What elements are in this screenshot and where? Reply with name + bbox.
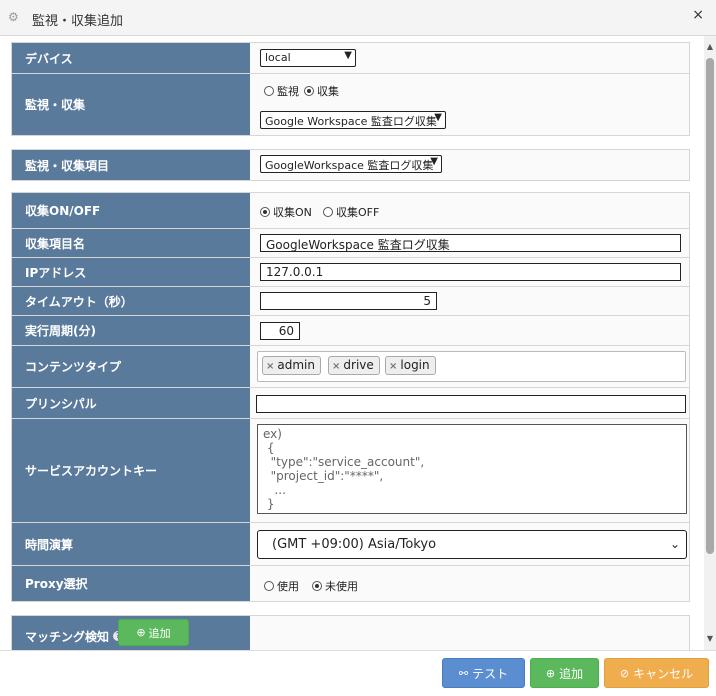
type-row: 監視・収集 監視 収集 Google Workspace 監査ログ収集 ▼	[12, 73, 689, 135]
service-key-textarea[interactable]: ex) { "type":"service_account", "project…	[257, 424, 687, 514]
cancel-circle-icon: ⊘	[619, 666, 630, 680]
name-row: 収集項目名 GoogleWorkspace 監査ログ収集	[12, 228, 689, 257]
chevron-down-icon: ▼	[430, 156, 438, 167]
timeout-input[interactable]: 5	[260, 292, 437, 310]
content-type-tags[interactable]: × admin × drive × login	[257, 351, 686, 382]
device-select[interactable]: local ▼	[260, 49, 356, 67]
onoff-label: 収集ON/OFF	[12, 193, 250, 228]
content-type-tag[interactable]: × drive	[328, 356, 380, 375]
interval-label: 実行周期(分)	[12, 316, 250, 345]
radio-proxy-use[interactable]: 使用	[264, 578, 299, 594]
timeout-label: タイムアウト（秒）	[12, 287, 250, 315]
add-button[interactable]: ⊕ 追加	[530, 658, 599, 688]
radio-collect-off[interactable]: 収集OFF	[323, 204, 379, 220]
scroll-down-icon[interactable]: ▼	[706, 634, 714, 644]
matching-label-cell: マッチング検知 ? ⊕ 追加	[12, 616, 250, 650]
matching-label: マッチング検知	[25, 629, 110, 644]
dialog-footer: ⚯ テスト ⊕ 追加 ⊘ キャンセル	[0, 650, 716, 696]
ip-label: IPアドレス	[12, 258, 250, 286]
item-row: 監視・収集項目 GoogleWorkspace 監査ログ収集 ▼	[12, 150, 689, 180]
item-section: 監視・収集項目 GoogleWorkspace 監査ログ収集 ▼	[11, 149, 690, 181]
scroll-thumb[interactable]	[706, 58, 714, 554]
timezone-row: 時間演算 (GMT +09:00) Asia/Tokyo ⌄	[12, 522, 689, 565]
dialog-titlebar: ⚙ 監視・収集追加 ×	[0, 0, 716, 36]
matching-section: マッチング検知 ? ⊕ 追加	[11, 615, 690, 650]
chevron-down-icon: ▼	[434, 112, 442, 123]
radio-circle-icon	[264, 581, 274, 591]
service-key-row: サービスアカウントキー ex) { "type":"service_accoun…	[12, 418, 689, 522]
radio-checked-icon	[304, 86, 314, 96]
ip-input[interactable]: 127.0.0.1	[260, 263, 681, 281]
device-section: デバイス local ▼ 監視・収集 監視 収集 Google Workspac…	[11, 42, 690, 136]
principal-input[interactable]	[256, 395, 686, 413]
content-type-row: コンテンツタイプ × admin × drive × login	[12, 345, 689, 387]
radio-checked-icon	[260, 207, 270, 217]
plus-circle-icon: ⊕	[136, 626, 146, 639]
remove-tag-icon[interactable]: ×	[389, 361, 397, 372]
test-button[interactable]: ⚯ テスト	[442, 658, 525, 688]
timezone-select[interactable]: (GMT +09:00) Asia/Tokyo ⌄	[257, 530, 687, 559]
radio-collect-on[interactable]: 収集ON	[260, 204, 312, 220]
onoff-row: 収集ON/OFF 収集ON 収集OFF	[12, 193, 689, 228]
device-row: デバイス local ▼	[12, 43, 689, 73]
remove-tag-icon[interactable]: ×	[332, 361, 340, 372]
proxy-row: Proxy選択 使用 未使用	[12, 565, 689, 601]
service-key-label: サービスアカウントキー	[12, 419, 250, 522]
link-icon: ⚯	[458, 666, 469, 680]
name-label: 収集項目名	[12, 229, 250, 257]
interval-input[interactable]: 60	[260, 322, 300, 340]
gear-icon: ⚙	[8, 10, 19, 24]
matching-row: マッチング検知 ? ⊕ 追加	[12, 616, 689, 650]
settings-section: 収集ON/OFF 収集ON 収集OFF 収集項目名 GoogleWorkspac…	[11, 192, 690, 602]
remove-tag-icon[interactable]: ×	[266, 361, 274, 372]
chevron-down-icon: ▼	[344, 50, 352, 61]
radio-circle-icon	[323, 207, 333, 217]
radio-checked-icon	[312, 581, 322, 591]
type-label: 監視・収集	[12, 74, 250, 135]
timeout-row: タイムアウト（秒） 5	[12, 286, 689, 315]
radio-collect[interactable]: 収集	[304, 83, 339, 99]
scroll-up-icon[interactable]: ▲	[706, 42, 714, 52]
dialog-content: デバイス local ▼ 監視・収集 監視 収集 Google Workspac…	[0, 36, 704, 650]
item-select[interactable]: GoogleWorkspace 監査ログ収集 ▼	[260, 155, 442, 173]
add-matching-button[interactable]: ⊕ 追加	[118, 619, 189, 646]
radio-proxy-unused[interactable]: 未使用	[312, 578, 358, 594]
principal-label: プリンシパル	[12, 388, 250, 418]
name-input[interactable]: GoogleWorkspace 監査ログ収集	[260, 234, 681, 252]
proxy-label: Proxy選択	[12, 566, 250, 601]
content-type-tag[interactable]: × login	[385, 356, 436, 375]
vertical-scrollbar[interactable]: ▲ ▼	[704, 36, 716, 650]
close-button[interactable]: ×	[692, 7, 704, 23]
chevron-down-icon: ⌄	[669, 537, 680, 551]
device-label: デバイス	[12, 43, 250, 73]
collector-select[interactable]: Google Workspace 監査ログ収集 ▼	[260, 111, 446, 129]
radio-monitor[interactable]: 監視	[264, 83, 299, 99]
interval-row: 実行周期(分) 60	[12, 315, 689, 345]
radio-circle-icon	[264, 86, 274, 96]
dialog-title: 監視・収集追加	[32, 14, 124, 29]
principal-row: プリンシパル	[12, 387, 689, 418]
content-type-tag[interactable]: × admin	[262, 356, 321, 375]
ip-row: IPアドレス 127.0.0.1	[12, 257, 689, 286]
plus-circle-icon: ⊕	[545, 666, 556, 680]
timezone-label: 時間演算	[12, 523, 250, 565]
content-type-label: コンテンツタイプ	[12, 346, 250, 387]
cancel-button[interactable]: ⊘ キャンセル	[604, 658, 709, 688]
item-label: 監視・収集項目	[12, 150, 250, 180]
